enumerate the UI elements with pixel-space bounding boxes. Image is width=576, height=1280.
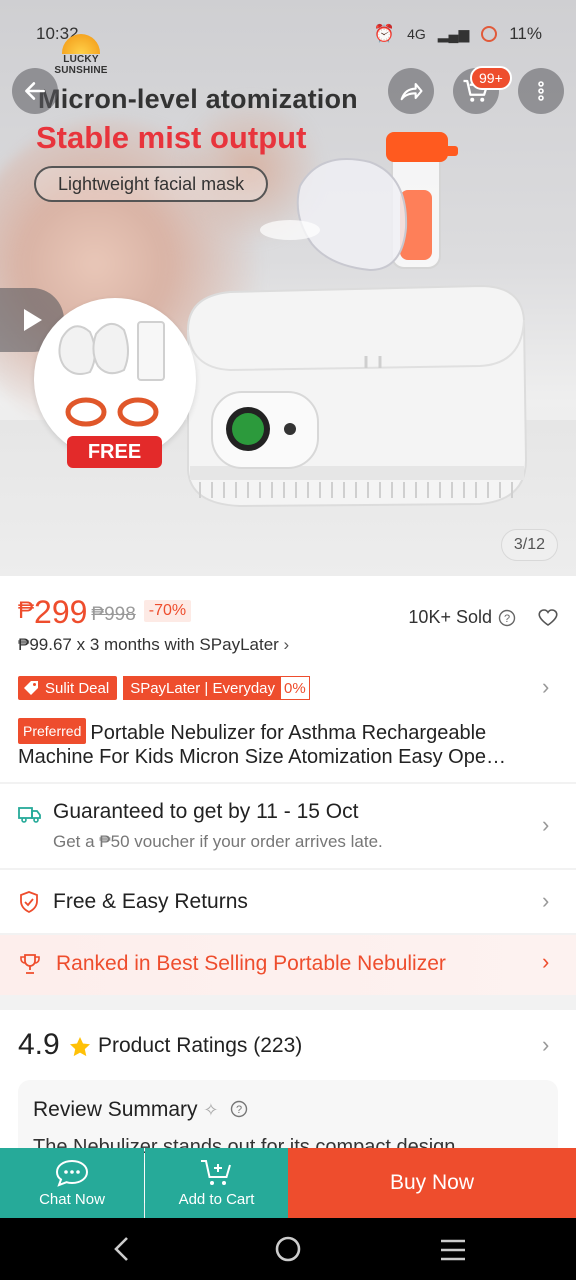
more-options-button[interactable] xyxy=(518,68,564,114)
add-to-cart-icon xyxy=(200,1160,231,1185)
brand-logo: LUCKY SUNSHINE xyxy=(38,34,124,76)
rating-score: 4.9 xyxy=(18,1028,60,1061)
nav-recents-icon[interactable] xyxy=(439,1238,467,1262)
trophy-icon xyxy=(20,954,40,974)
help-icon: ? xyxy=(231,1100,248,1118)
free-returns-row[interactable]: Free & Easy Returns › xyxy=(0,870,576,933)
product-image-carousel[interactable]: 10:32 ⏰ 4G ▂▄▆ 11% LUCKY SUNSHINE Micron… xyxy=(0,0,576,576)
favorite-button[interactable] xyxy=(536,605,560,634)
help-icon: ? xyxy=(498,609,516,626)
deal-tag-icon xyxy=(24,681,38,695)
installment-text: ₱99.67 x 3 months with SPayLater xyxy=(18,635,279,654)
hero-feature-pill: Lightweight facial mask xyxy=(34,166,269,202)
chevron-right-icon[interactable]: › xyxy=(542,1032,549,1058)
sold-count[interactable]: 10K+ Sold ? xyxy=(408,607,516,628)
battery-icon xyxy=(481,26,498,42)
original-price: ₱998 xyxy=(91,604,136,625)
arrow-left-icon xyxy=(25,82,45,100)
status-icons: ⏰ 4G ▂▄▆ 11% xyxy=(374,24,542,44)
chat-now-button[interactable]: Chat Now xyxy=(0,1148,144,1218)
add-to-cart-button[interactable]: Add to Cart xyxy=(145,1148,288,1218)
nav-home-icon[interactable] xyxy=(274,1235,302,1263)
sparkle-icon: ✧ xyxy=(203,1100,219,1120)
back-button[interactable] xyxy=(12,68,58,114)
hero-subheadline: Stable mist output xyxy=(36,120,307,155)
heart-icon xyxy=(538,609,558,626)
product-ratings-link[interactable]: Product Ratings (223) xyxy=(98,1034,302,1058)
shipping-title: Guaranteed to get by 11 - 15 Oct xyxy=(53,800,359,823)
installment-link[interactable]: ₱99.67 x 3 months with SPayLater › xyxy=(18,635,289,655)
signal-icon: ▂▄▆ xyxy=(437,25,470,42)
alarm-icon: ⏰ xyxy=(373,24,396,43)
shipping-voucher-note: Get a ₱50 voucher if your order arrives … xyxy=(53,832,383,851)
star-icon xyxy=(70,1037,90,1057)
product-title-text: Portable Nebulizer for Asthma Rechargeab… xyxy=(18,722,506,768)
shipping-guarantee-row[interactable]: Guaranteed to get by 11 - 15 Oct Get a ₱… xyxy=(0,784,576,868)
chevron-right-icon[interactable]: › xyxy=(542,674,549,700)
chevron-right-icon: › xyxy=(283,635,290,654)
returns-title: Free & Easy Returns xyxy=(53,890,248,913)
chevron-right-icon: › xyxy=(542,888,550,913)
image-counter: 3/12 xyxy=(500,529,558,561)
system-navigation-bar xyxy=(0,1218,576,1280)
cart-count-badge: 99+ xyxy=(470,66,512,90)
spaylater-tag: SPayLater | Everyday 0% xyxy=(123,676,310,700)
ranking-title: Ranked in Best Selling Portable Nebulize… xyxy=(56,952,446,975)
sun-icon xyxy=(62,34,100,54)
network-label: 4G xyxy=(407,26,426,42)
price-currency: ₱ xyxy=(18,597,35,624)
free-badge: FREE xyxy=(67,436,162,468)
battery-level: 11% xyxy=(509,24,542,43)
review-summary-title: Review Summary ✧ ? xyxy=(33,1098,248,1122)
sulit-deal-tag: Sulit Deal xyxy=(18,676,118,700)
svg-text:?: ? xyxy=(504,613,510,625)
preferred-badge: Preferred xyxy=(18,718,87,744)
promo-tags[interactable]: Sulit Deal SPayLater | Everyday 0% xyxy=(18,676,310,700)
hero-headline: Micron-level atomization xyxy=(38,84,358,114)
delivery-truck-icon xyxy=(18,807,41,823)
share-icon xyxy=(400,82,423,101)
sold-count-label: 10K+ Sold xyxy=(408,607,492,627)
more-vertical-icon xyxy=(538,81,544,101)
discount-badge: -70% xyxy=(143,600,192,622)
chevron-right-icon: › xyxy=(542,949,550,974)
share-button[interactable] xyxy=(388,68,434,114)
ranking-banner[interactable]: Ranked in Best Selling Portable Nebulize… xyxy=(0,935,576,995)
current-price: 299 xyxy=(34,594,88,630)
buy-now-button[interactable]: Buy Now xyxy=(288,1148,576,1218)
product-title: Preferred Portable Nebulizer for Asthma R… xyxy=(18,718,563,769)
nav-back-icon[interactable] xyxy=(112,1236,132,1262)
price-row: ₱ 299 ₱998 -70% xyxy=(18,594,192,630)
bottom-action-bar: Chat Now Add to Cart Buy Now xyxy=(0,1148,576,1218)
chat-icon xyxy=(55,1159,89,1187)
chevron-right-icon: › xyxy=(542,812,550,837)
svg-text:?: ? xyxy=(236,1104,242,1116)
shield-check-icon xyxy=(20,891,38,914)
ratings-section: 4.9 Product Ratings (223) › Review Summa… xyxy=(0,1010,576,1170)
